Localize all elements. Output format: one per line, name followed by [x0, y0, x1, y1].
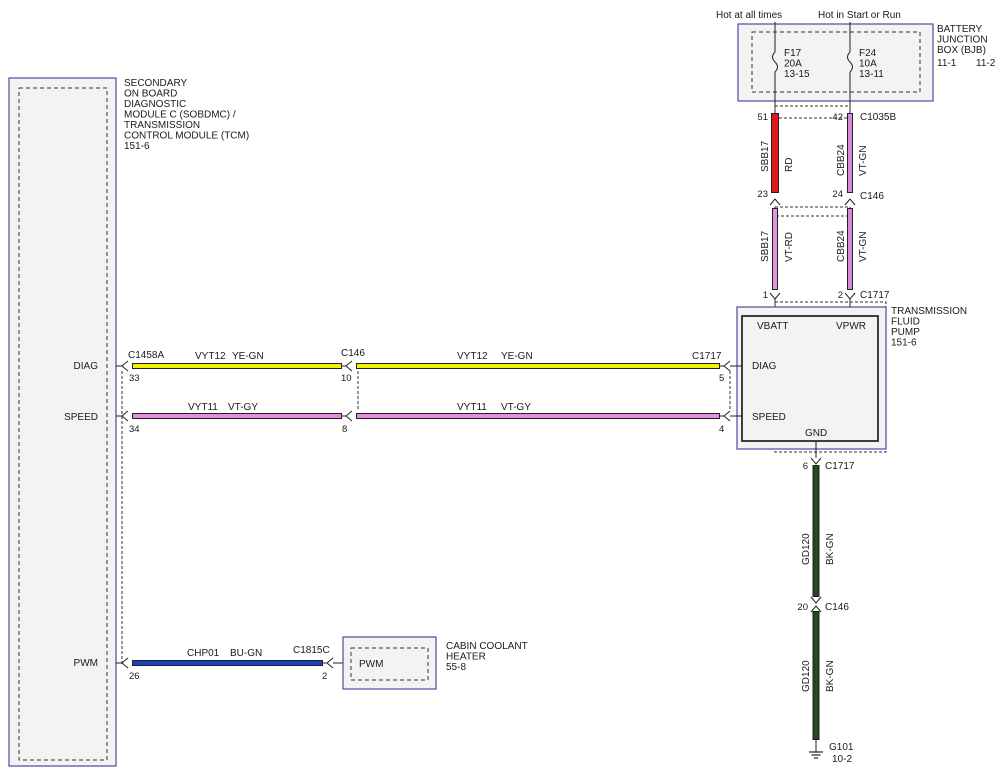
wire-gd120-lower-color: BK-GN [825, 660, 836, 692]
connector-c146-gnd-label: C146 [825, 602, 849, 613]
pump-pin-diag: DIAG [752, 361, 777, 372]
wiring-diagram: SECONDARY ON BOARD DIAGNOSTIC MODULE C (… [8, 10, 996, 767]
connector-c146-upper-outline [774, 206, 851, 217]
connector-c1717-pin1-symbol [769, 292, 781, 300]
c1815c-pwm-symbol [323, 657, 343, 669]
bjb-label: BATTERY JUNCTION BOX (BJB) [937, 24, 990, 56]
c146-speed-symbol [342, 410, 353, 422]
connector-c1035b-label: C1035B [860, 112, 896, 123]
c146-diag-symbol [342, 360, 353, 372]
sobdmc-pin-diag: DIAG [74, 361, 99, 372]
c1458a-pwm-symbol [116, 657, 129, 669]
wire-vyt11-left-color: VT-GY [228, 402, 258, 413]
connector-c146-pin24-symbol [844, 198, 856, 206]
pump-pin-vbatt: VBATT [757, 321, 788, 332]
heater-pin-pwm: PWM [359, 659, 383, 670]
pump-pin-gnd: GND [805, 428, 827, 439]
c1717-gnd-symbol [810, 457, 822, 465]
wire-chp01-color: BU-GN [230, 648, 262, 659]
sobdmc-pin-speed: SPEED [64, 412, 98, 423]
connector-c146-mid-label: C146 [341, 348, 365, 359]
wire-sbb17-upper-label: SBB17 [760, 140, 771, 172]
sobdmc-label: SECONDARY ON BOARD DIAGNOSTIC MODULE C (… [124, 78, 252, 152]
bjb-page-ref-right: 11-2 [976, 58, 996, 69]
ground-g101-label: G101 [829, 742, 854, 753]
pin-2-heater-label: 2 [322, 671, 327, 682]
connector-c1815c-label: C1815C [293, 645, 330, 656]
wire-vyt11-right-color: VT-GY [501, 402, 531, 413]
pin-26-label: 26 [129, 671, 140, 682]
wire-sbb17-upper-color: RD [784, 158, 795, 172]
bjb-page-ref-left: 11-1 [937, 58, 957, 69]
connector-c1717-diag-label: C1717 [692, 351, 722, 362]
pin-34-label: 34 [129, 424, 140, 435]
pin-20-label: 20 [797, 602, 808, 613]
pin-51-label: 51 [757, 112, 768, 123]
wire-cbb24-lower-color: VT-GN [858, 231, 869, 262]
ground-symbol [809, 740, 823, 759]
connector-c1458a-label: C1458A [128, 350, 164, 361]
wire-sbb17-lower-color: VT-RD [784, 232, 795, 262]
pin-5-label: 5 [719, 373, 724, 384]
pin-33-label: 33 [129, 373, 140, 384]
pin-1-label: 1 [763, 290, 768, 301]
pin-2-label: 2 [838, 290, 843, 301]
wire-vyt12-left-label: VYT12 [195, 351, 226, 362]
pin-42-label: 42 [832, 112, 843, 123]
ground-page-ref: 10-2 [832, 754, 852, 765]
pin-4-label: 4 [719, 424, 724, 435]
pump-pin-speed: SPEED [752, 412, 786, 423]
pin-24-label: 24 [832, 189, 843, 200]
pin-23-label: 23 [757, 189, 768, 200]
wire-gd120-lower-label: GD120 [801, 660, 812, 692]
connector-c1717-pin2-symbol [844, 292, 856, 300]
wire-vyt12-right-label: VYT12 [457, 351, 488, 362]
wire-vyt12-right-color: YE-GN [501, 351, 533, 362]
c1458a-diag-symbol [116, 360, 129, 372]
heater-label: CABIN COOLANT HEATER 55-8 [446, 641, 530, 673]
connector-c1717-gnd-label: C1717 [825, 461, 855, 472]
connector-c1717-top-label: C1717 [860, 290, 890, 301]
pump-label: TRANSMISSION FLUID PUMP 151-6 [891, 306, 970, 349]
connector-c146-pin23-symbol [769, 198, 781, 206]
c146-gnd-symbol [810, 596, 822, 613]
wire-vyt11-left-label: VYT11 [188, 402, 218, 413]
feed-hot-at-all-times: Hot at all times [716, 10, 782, 21]
pin-6-label: 6 [803, 461, 808, 472]
pin-10-label: 10 [341, 373, 352, 384]
wire-sbb17-lower-label: SBB17 [760, 230, 771, 262]
pump-pin-vpwr: VPWR [836, 321, 866, 332]
wire-cbb24-upper-color: VT-GN [858, 145, 869, 176]
sobdmc-pin-pwm: PWM [74, 658, 98, 669]
wire-chp01-label: CHP01 [187, 648, 220, 659]
battery-junction-box[interactable] [737, 23, 934, 102]
wire-vyt11-right-label: VYT11 [457, 402, 487, 413]
wire-gd120-upper-color: BK-GN [825, 533, 836, 565]
connector-c146-upper-label: C146 [860, 191, 884, 202]
wire-cbb24-upper-label: CBB24 [836, 144, 847, 176]
cabin-coolant-heater[interactable] [342, 636, 437, 690]
wire-vyt12-left-color: YE-GN [232, 351, 264, 362]
feed-hot-in-start-or-run: Hot in Start or Run [818, 10, 901, 21]
wire-gd120-upper-label: GD120 [801, 533, 812, 565]
wire-cbb24-lower-label: CBB24 [836, 230, 847, 262]
sobdmc-tcm-module[interactable] [8, 77, 117, 767]
pin-8-label: 8 [342, 424, 347, 435]
